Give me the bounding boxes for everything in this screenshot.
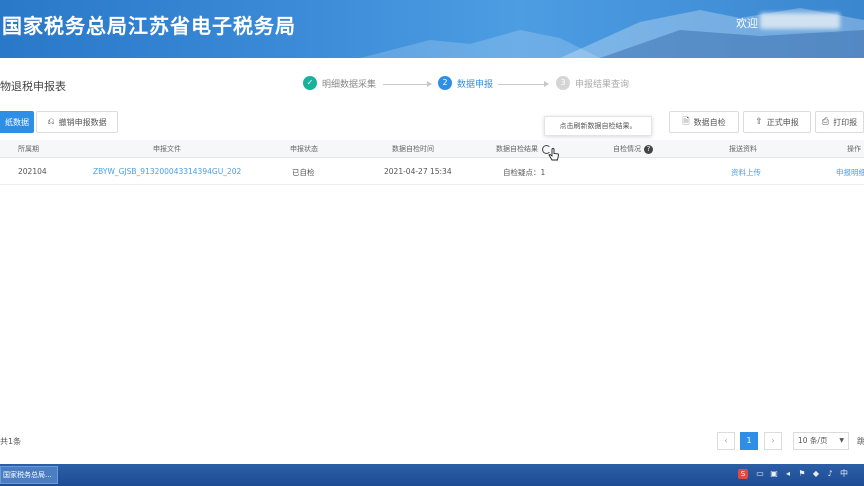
revoke-declare-label: 撤销申报数据: [58, 117, 107, 127]
goto-label: 跳: [857, 437, 864, 446]
formal-declare-label: 正式申报: [766, 117, 799, 127]
col-check-time: 数据自检时间: [392, 145, 434, 153]
table-header: 所属期 申报文件 申报状态 数据自检时间 数据自检结果 自检情况? 报送资料 操…: [0, 140, 864, 158]
page-size-value: 10 条/页: [798, 436, 828, 445]
cell-status: 已自检: [292, 168, 315, 177]
welcome-text: 欢迎: [736, 17, 758, 30]
paper-data-button[interactable]: 纸数据: [0, 111, 34, 133]
flag-tray-icon[interactable]: ⚑: [797, 469, 807, 479]
help-icon[interactable]: ?: [644, 144, 653, 154]
next-page-button[interactable]: ›: [764, 432, 782, 450]
step-label: 申报结果查询: [575, 79, 630, 90]
declare-detail-link[interactable]: 申报明细: [836, 167, 864, 178]
antivirus-tray-icon[interactable]: S: [738, 469, 748, 479]
document-icon: 🗎: [682, 117, 690, 127]
col-file: 申报文件: [153, 145, 181, 153]
step-number: 3: [556, 76, 570, 90]
windows-taskbar: 国家税务总局... S ▭ ▣ ◂ ⚑ ◆ ♪ 中: [0, 464, 864, 486]
header-banner: 国家税务总局江苏省电子税务局 欢迎: [0, 0, 864, 58]
print-label: 打印报: [833, 117, 858, 127]
col-action: 操作: [847, 145, 861, 153]
step-declare[interactable]: 2 数据申报: [438, 76, 493, 90]
col-status: 申报状态: [290, 145, 318, 153]
speaker-tray-icon[interactable]: ♪: [825, 469, 835, 479]
cell-period: 202104: [18, 167, 47, 176]
col-situation: 自检情况?: [613, 144, 653, 154]
col-situation-label: 自检情况: [613, 145, 641, 153]
input-method-tray-icon[interactable]: 中: [839, 469, 849, 479]
col-check-result-label: 数据自检结果: [496, 145, 538, 153]
cell-check-time: 2021-04-27 15:34: [384, 167, 452, 176]
col-materials: 报送资料: [729, 145, 757, 153]
col-period: 所属期: [18, 145, 39, 153]
upload-materials-link[interactable]: 资料上传: [731, 167, 761, 178]
cell-file-link[interactable]: ZBYW_GJSB_913200043314394GU_202: [93, 167, 241, 176]
data-check-button[interactable]: 🗎 数据自检: [669, 111, 739, 133]
monitor-tray-icon[interactable]: ▭: [755, 469, 765, 479]
cell-check-result[interactable]: 自检疑点：1: [503, 167, 545, 178]
printer-icon: ⎙: [821, 117, 830, 127]
volume-tray-icon[interactable]: ◂: [783, 469, 793, 479]
row-divider: [0, 184, 864, 185]
step-label: 数据申报: [457, 79, 494, 90]
check-icon: ✓: [303, 76, 317, 90]
col-check-result: 数据自检结果: [496, 144, 551, 154]
revoke-declare-button[interactable]: ⎌ 撤销申报数据: [36, 111, 118, 133]
refresh-tooltip: 点击刷新数据自检结果。: [544, 116, 652, 136]
taskbar-browser-item[interactable]: 国家税务总局...: [0, 466, 58, 484]
site-title: 国家税务总局江苏省电子税务局: [2, 14, 296, 38]
formal-declare-button[interactable]: ⇧ 正式申报: [743, 111, 811, 133]
page-title: 物退税申报表: [0, 80, 66, 93]
network-tray-icon[interactable]: ▣: [769, 469, 779, 479]
upload-icon: ⇧: [755, 117, 763, 127]
page-number-button[interactable]: 1: [740, 432, 758, 450]
step-result[interactable]: 3 申报结果查询: [556, 76, 629, 90]
hand-cursor-icon: [548, 148, 559, 161]
revoke-icon: ⎌: [47, 117, 55, 127]
chevron-down-icon: ▼: [839, 437, 844, 444]
step-arrow: [498, 81, 549, 87]
prev-page-button[interactable]: ‹: [717, 432, 735, 450]
total-count: 共1条: [0, 437, 22, 446]
print-button[interactable]: ⎙ 打印报: [815, 111, 864, 133]
shield-tray-icon[interactable]: ◆: [811, 469, 821, 479]
step-arrow: [383, 81, 432, 87]
step-number: 2: [438, 76, 452, 90]
user-name-blurred[interactable]: [760, 13, 840, 29]
page-size-select[interactable]: 10 条/页 ▼: [793, 432, 849, 450]
step-collect[interactable]: ✓ 明细数据采集: [303, 76, 376, 90]
step-label: 明细数据采集: [322, 79, 377, 90]
data-check-label: 数据自检: [693, 117, 726, 127]
